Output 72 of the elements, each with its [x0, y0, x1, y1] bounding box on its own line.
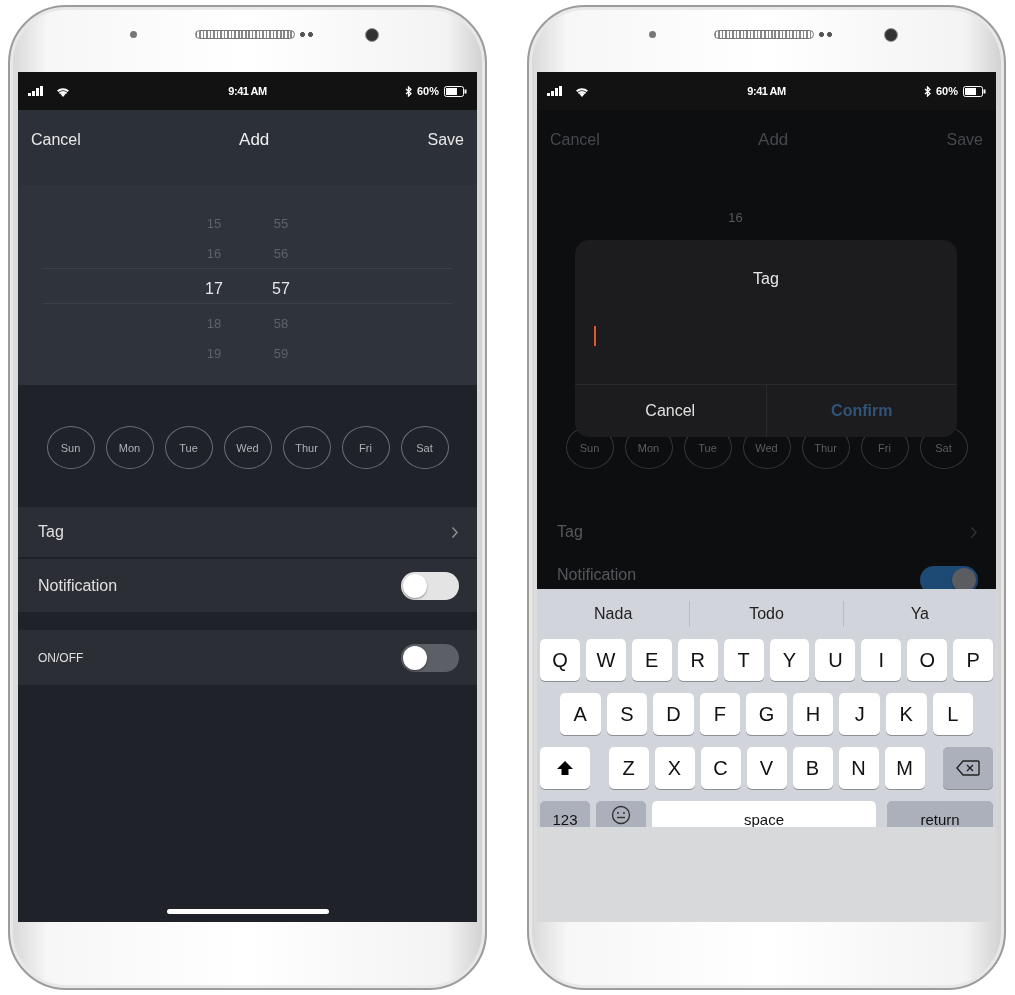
- return-key[interactable]: return: [887, 801, 993, 827]
- signal-icon: [547, 86, 563, 96]
- cancel-button[interactable]: Cancel: [31, 131, 81, 149]
- key[interactable]: S: [606, 693, 648, 735]
- key[interactable]: B: [792, 747, 833, 789]
- settings-row[interactable]: Tag: [18, 507, 477, 557]
- settings-row[interactable]: Notification: [18, 559, 477, 612]
- key[interactable]: U: [815, 639, 856, 681]
- chevron-right-icon: [970, 525, 978, 539]
- key[interactable]: D: [653, 693, 694, 735]
- row-label: ON/OFF: [38, 650, 84, 665]
- key[interactable]: C: [700, 747, 741, 789]
- key[interactable]: Z: [608, 747, 649, 789]
- shift-key[interactable]: [540, 747, 590, 789]
- wifi-icon: [56, 85, 70, 97]
- key[interactable]: O: [907, 639, 948, 681]
- toggle-switch[interactable]: [401, 571, 459, 600]
- key[interactable]: M: [884, 747, 925, 789]
- screen-title: Add: [239, 130, 270, 150]
- numbers-key[interactable]: 123: [540, 801, 590, 827]
- key[interactable]: W: [585, 639, 626, 681]
- key[interactable]: I: [861, 639, 902, 681]
- key[interactable]: V: [746, 747, 787, 789]
- key[interactable]: X: [654, 747, 695, 789]
- sensor-dots: [300, 32, 314, 37]
- emoji-icon: [611, 805, 631, 825]
- screen-title: Add: [758, 130, 789, 150]
- dialog-title: Tag: [753, 270, 779, 288]
- settings-row[interactable]: ON/OFF: [18, 630, 477, 685]
- backspace-icon: [956, 760, 980, 776]
- row-label: Tag: [38, 523, 64, 541]
- key[interactable]: L: [932, 693, 974, 735]
- key[interactable]: E: [631, 639, 672, 681]
- camera-lens: [884, 28, 898, 42]
- key[interactable]: T: [723, 639, 764, 681]
- bluetooth-icon: [404, 85, 412, 97]
- key[interactable]: Y: [769, 639, 810, 681]
- save-button[interactable]: Save: [427, 131, 464, 149]
- key[interactable]: P: [953, 639, 994, 681]
- sensor-dot: [649, 31, 656, 38]
- battery-icon: [963, 85, 986, 97]
- key[interactable]: N: [838, 747, 879, 789]
- row-label: Tag: [557, 523, 583, 541]
- battery-percent: 60%: [935, 85, 958, 97]
- key[interactable]: R: [677, 639, 718, 681]
- suggestion[interactable]: Todo: [689, 601, 843, 627]
- status-time: 9:41 AM: [747, 85, 786, 97]
- chevron-right-icon: [451, 525, 459, 539]
- key[interactable]: G: [746, 693, 787, 735]
- key[interactable]: H: [792, 693, 834, 735]
- sensor-dot: [130, 31, 137, 38]
- key[interactable]: K: [885, 693, 927, 735]
- toggle-switch[interactable]: [401, 643, 459, 672]
- key[interactable]: Q: [540, 639, 580, 681]
- row-label: Notification: [38, 576, 118, 595]
- camera-lens: [365, 28, 379, 42]
- wifi-icon: [575, 85, 589, 97]
- key[interactable]: A: [560, 693, 601, 735]
- sensor-dots: [819, 32, 833, 37]
- signal-icon: [28, 86, 44, 96]
- key[interactable]: J: [839, 693, 880, 735]
- battery-percent: 60%: [416, 85, 439, 97]
- minute-option[interactable]: 57: [272, 269, 290, 309]
- suggestion[interactable]: Ya: [842, 601, 996, 627]
- hour-option[interactable]: 17: [205, 269, 223, 309]
- status-time: 9:41 AM: [228, 85, 267, 97]
- row-label: Notification: [557, 566, 637, 584]
- battery-icon: [444, 85, 467, 97]
- shift-icon: [556, 760, 574, 776]
- backspace-key[interactable]: [943, 747, 993, 789]
- bluetooth-icon: [923, 85, 931, 97]
- key[interactable]: F: [699, 693, 741, 735]
